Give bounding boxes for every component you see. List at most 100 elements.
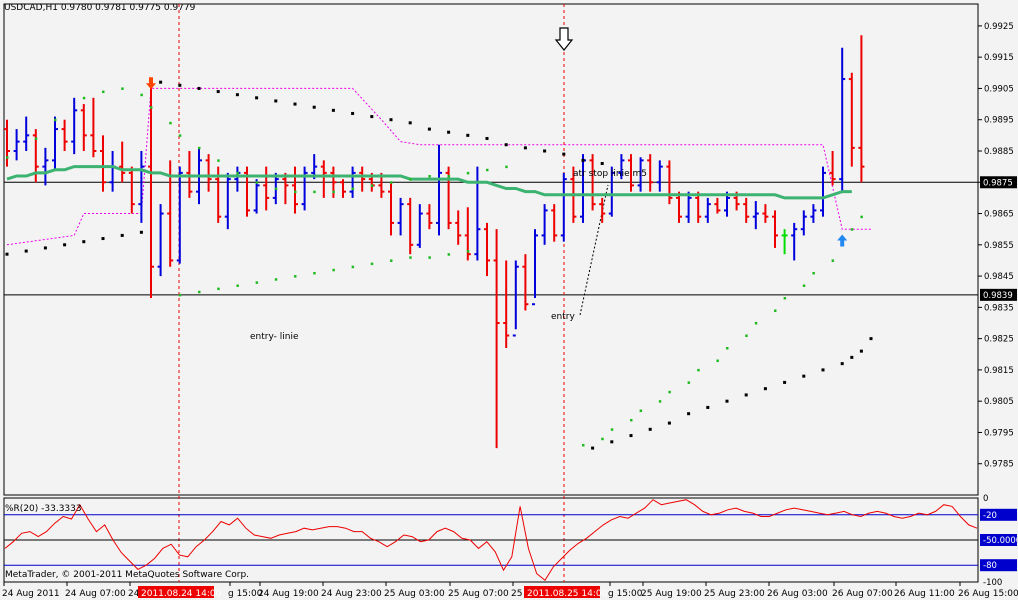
psar-black-dot — [293, 102, 297, 106]
psar-green-dot — [390, 259, 393, 262]
copyright-label: MetaTrader, © 2001-2011 MetaQuotes Softw… — [5, 570, 250, 580]
indicator-tick-label: -100 — [983, 578, 1002, 588]
indicator-label: %R(20) -33.3333 — [5, 504, 82, 514]
psar-black-dot — [43, 246, 47, 250]
psar-green-dot — [294, 190, 297, 194]
psar-black-dot — [821, 368, 825, 372]
psar-green-dot — [294, 275, 297, 278]
price-marker-label: 0.9839 — [983, 291, 1013, 301]
psar-green-dot — [332, 268, 335, 272]
psar-black-dot — [523, 146, 527, 150]
price-tick-label: 0.9885 — [984, 147, 1014, 157]
psar-black-dot — [370, 115, 374, 119]
psar-green-dot — [582, 443, 585, 447]
psar-black-dot — [82, 240, 86, 244]
psar-green-dot — [121, 87, 124, 90]
psar-green-dot — [754, 321, 758, 325]
time-axis-label: 26 Aug 03:00 — [767, 589, 828, 599]
psar-black-dot — [447, 130, 451, 134]
psar-black-dot — [869, 337, 873, 341]
psar-green-dot — [198, 146, 201, 150]
psar-black-dot — [600, 161, 604, 165]
psar-green-dot — [466, 250, 470, 253]
price-chart[interactable]: 0.9925 0.9915 0.9905 0.9895 0.9885 0.9875 0.98… — [0, 0, 1018, 600]
psar-green-dot — [54, 118, 57, 122]
psar-black-dot — [408, 121, 412, 125]
psar-black-dot — [543, 149, 547, 153]
psar-green-dot — [505, 165, 508, 169]
psar-green-dot — [178, 134, 182, 137]
psar-black-dot — [312, 105, 316, 109]
psar-black-dot — [331, 108, 335, 112]
price-tick-label: 0.9855 — [984, 241, 1014, 251]
psar-green-dot — [332, 190, 335, 194]
time-axis-label: 26 Aug 15:00 — [958, 589, 1018, 599]
psar-black-dot — [504, 143, 508, 147]
indicator-tick-label: 0 — [983, 494, 988, 504]
price-tick-label: 0.9925 — [984, 22, 1014, 32]
psar-black-dot — [591, 446, 595, 450]
psar-green-dot — [390, 181, 393, 184]
psar-black-dot — [178, 83, 182, 87]
time-axis-label: 24 Aug 19:00 — [258, 589, 319, 599]
psar-black-dot — [255, 96, 259, 100]
price-tick-label: 0.9815 — [984, 366, 1014, 376]
psar-green-dot — [428, 175, 431, 178]
psar-black-dot — [629, 434, 633, 438]
time-axis-label: 26 Aug 07:00 — [832, 589, 893, 599]
psar-black-dot — [648, 427, 652, 431]
psar-green-dot — [783, 296, 787, 300]
psar-green-dot — [716, 359, 719, 363]
psar-green-dot — [802, 284, 806, 287]
entry-annotation: entry — [551, 312, 575, 322]
chart-window: 0.9925 0.9915 0.9905 0.9895 0.9885 0.9875 0.98… — [0, 0, 1018, 600]
psar-green-dot — [370, 262, 374, 266]
psar-green-dot — [610, 428, 614, 431]
time-axis-label: 25 Aug 23:00 — [704, 589, 765, 599]
psar-black-dot — [466, 133, 470, 137]
time-axis-label: g 15:00 — [608, 589, 643, 599]
psar-green-dot — [351, 265, 355, 269]
price-tick-label: 0.9915 — [984, 53, 1014, 63]
time-axis-label: 24 Aug 07:00 — [65, 589, 126, 599]
psar-green-dot — [274, 187, 278, 191]
psar-black-dot — [235, 93, 239, 97]
indicator-marker-label: -50.0000 — [983, 536, 1018, 546]
psar-black-dot — [63, 243, 67, 247]
time-axis-label: 25 — [511, 589, 522, 599]
price-tick-label: 0.9795 — [984, 428, 1014, 438]
psar-green-dot — [639, 409, 643, 413]
price-tick-label: 0.9895 — [984, 116, 1014, 126]
psar-green-dot — [726, 347, 729, 350]
psar-black-dot — [687, 412, 691, 416]
psar-green-dot — [6, 156, 9, 159]
psar-black-dot — [389, 118, 393, 122]
price-tick-label: 0.9785 — [984, 460, 1014, 470]
psar-green-dot — [409, 256, 412, 259]
psar-black-dot — [427, 127, 431, 131]
price-tick-label: 0.9825 — [984, 335, 1014, 345]
psar-black-dot — [197, 86, 201, 90]
symbol-info-label: USDCAD,H1 0.9780 0.9781 0.9775 0.9779 — [4, 3, 196, 13]
psar-green-dot — [255, 281, 259, 284]
psar-green-dot — [630, 418, 633, 422]
psar-green-dot — [601, 437, 604, 441]
psar-black-dot — [725, 399, 729, 403]
psar-black-dot — [706, 405, 710, 409]
time-axis-label: 25 Aug 19:00 — [641, 589, 702, 599]
psar-black-dot — [562, 152, 566, 156]
highlighted-time-label: 2011.08.24 14:00 — [141, 589, 222, 599]
highlighted-time-label: 2011.08.25 14:00 — [527, 589, 608, 599]
psar-black-dot — [274, 99, 278, 103]
psar-black-dot — [120, 233, 124, 237]
psar-black-dot — [783, 380, 787, 384]
psar-green-dot — [82, 96, 86, 100]
price-tick-label: 0.9905 — [984, 84, 1014, 94]
psar-black-dot — [859, 349, 863, 353]
psar-green-dot — [697, 368, 700, 372]
price-tick-label: 0.9845 — [984, 272, 1014, 282]
atr-stop-annotation: atr stop linie m5 — [573, 169, 647, 179]
time-axis-label: 24 Aug 23:00 — [321, 589, 382, 599]
psar-green-dot — [217, 287, 220, 291]
psar-green-dot — [198, 290, 201, 294]
